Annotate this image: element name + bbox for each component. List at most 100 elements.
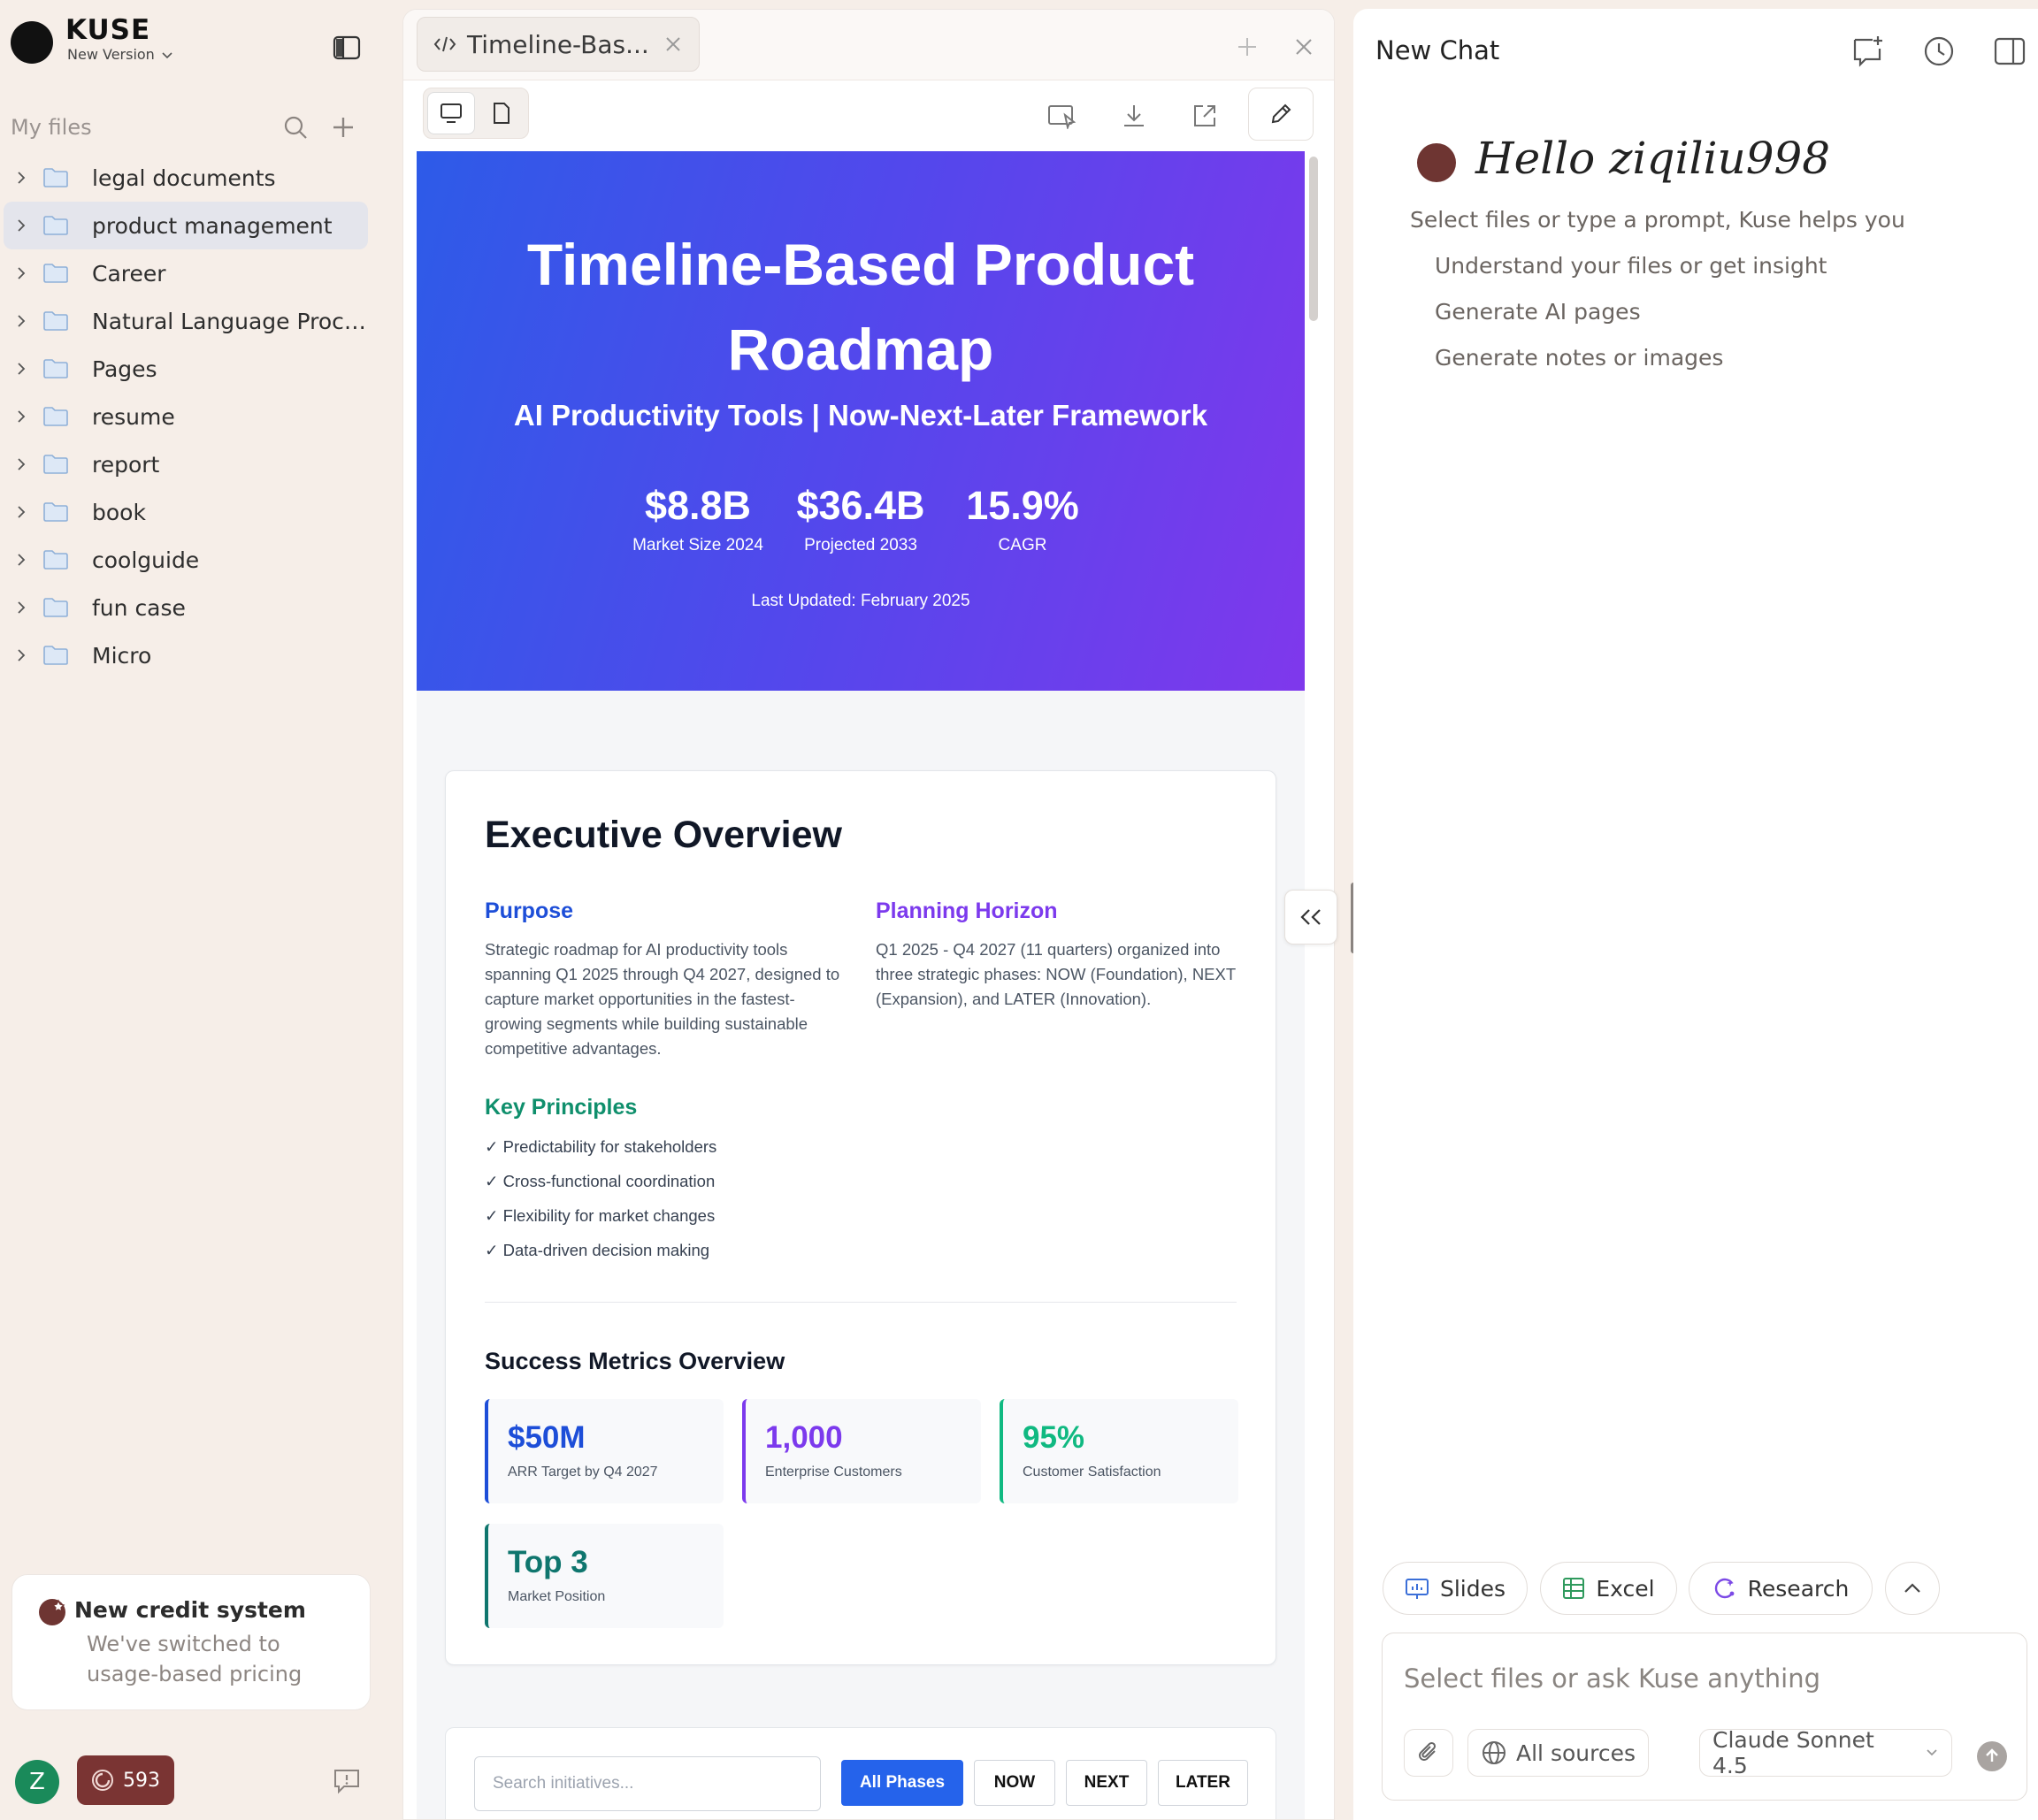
page-subtitle: AI Productivity Tools | Now-Next-Later F…	[513, 399, 1208, 432]
new-chat-icon[interactable]	[1849, 32, 1888, 71]
chevron-down-icon	[1925, 1747, 1939, 1758]
screenshot-edit-icon[interactable]	[1045, 98, 1080, 134]
sources-label: All sources	[1516, 1740, 1636, 1766]
search-icon[interactable]	[280, 111, 311, 143]
open-external-icon[interactable]	[1187, 98, 1222, 134]
document-view-icon[interactable]	[479, 92, 525, 134]
sidebar-item-label: legal documents	[92, 164, 276, 191]
code-icon	[433, 34, 456, 54]
metric-value: 1,000	[765, 1420, 843, 1455]
download-icon[interactable]	[1116, 98, 1152, 134]
stat-cagr: 15.9% CAGR	[934, 483, 1111, 555]
stat-value: 15.9%	[966, 483, 1079, 528]
chevron-right-icon[interactable]	[4, 265, 39, 281]
metric-label: Market Position	[508, 1589, 606, 1604]
search-initiatives-input[interactable]: Search initiatives...	[474, 1756, 821, 1811]
suggestion-understand-files[interactable]: Understand your files or get insight	[1435, 253, 1827, 279]
stat-value: $8.8B	[644, 483, 752, 528]
suggestion-generate-notes[interactable]: Generate notes or images	[1435, 345, 1723, 371]
close-tab-icon[interactable]	[663, 34, 683, 54]
phase-filter-all[interactable]: All Phases	[841, 1760, 963, 1806]
edit-pencil-icon[interactable]	[1248, 88, 1314, 141]
metric-card-satisfaction: 95% Customer Satisfaction	[1000, 1399, 1238, 1503]
chevron-right-icon[interactable]	[4, 409, 39, 424]
model-selector[interactable]: Claude Sonnet 4.5	[1699, 1727, 1952, 1778]
chat-input-box[interactable]: Select files or ask Kuse anything All so…	[1382, 1633, 2027, 1801]
purpose-heading: Purpose	[485, 899, 574, 923]
kuse-logo	[11, 21, 53, 64]
sidebar-item-label: coolguide	[92, 547, 200, 573]
research-button[interactable]: Research	[1689, 1562, 1873, 1615]
collapse-panel-button[interactable]	[1284, 890, 1337, 944]
sidebar-item-micro[interactable]: Micro	[4, 631, 368, 679]
slides-button[interactable]: Slides	[1383, 1562, 1528, 1615]
chevron-right-icon[interactable]	[4, 361, 39, 377]
sidebar-item-fun-case[interactable]: fun case	[4, 584, 368, 631]
add-file-icon[interactable]	[327, 111, 359, 143]
brand-name: KUSE	[65, 14, 151, 46]
attach-button[interactable]	[1404, 1729, 1453, 1777]
stat-label: Market Size 2024	[632, 536, 763, 554]
tab-bar: Timeline-Bas...	[403, 10, 1334, 80]
research-label: Research	[1747, 1575, 1850, 1602]
chevron-right-icon[interactable]	[4, 552, 39, 568]
stat-market-size: $8.8B Market Size 2024	[609, 483, 786, 555]
folder-icon	[42, 501, 81, 523]
page-viewer-panel: Timeline-Bas... Timeline-Based Product R…	[402, 9, 1335, 1820]
stat-label: Projected 2033	[804, 536, 917, 554]
chevron-right-icon[interactable]	[4, 170, 39, 186]
sources-selector[interactable]: All sources	[1467, 1729, 1649, 1777]
avatar[interactable]: Z	[15, 1760, 59, 1804]
sidebar-item-legal-documents[interactable]: legal documents	[4, 154, 368, 202]
folder-icon	[42, 549, 81, 570]
slides-icon	[1405, 1577, 1429, 1600]
sidebar-item-career[interactable]: Career	[4, 249, 368, 297]
phase-filter-later[interactable]: LATER	[1158, 1760, 1248, 1806]
chevron-right-icon[interactable]	[4, 218, 39, 233]
version-switcher[interactable]: New Version	[67, 46, 174, 63]
chevron-right-icon[interactable]	[4, 504, 39, 520]
arrow-up-icon	[1983, 1747, 2001, 1765]
expand-actions-button[interactable]	[1885, 1562, 1940, 1615]
toggle-right-panel-icon[interactable]	[1990, 32, 2029, 71]
intro-text: Select files or type a prompt, Kuse help…	[1410, 207, 1905, 233]
research-icon	[1712, 1576, 1737, 1601]
metric-label: Enterprise Customers	[765, 1464, 902, 1480]
chat-input[interactable]: Select files or ask Kuse anything	[1404, 1663, 1820, 1694]
sidebar-item-product-management[interactable]: product management	[4, 202, 368, 249]
chevron-right-icon[interactable]	[4, 600, 39, 616]
close-panel-icon[interactable]	[1288, 31, 1320, 63]
version-label: New Version	[67, 46, 155, 63]
sidebar-item-report[interactable]: report	[4, 440, 368, 488]
chevron-right-icon[interactable]	[4, 313, 39, 329]
sidebar-item-pages[interactable]: Pages	[4, 345, 368, 393]
phase-filter-now[interactable]: NOW	[974, 1760, 1055, 1806]
credits-badge[interactable]: 593	[77, 1755, 174, 1805]
sidebar-item-resume[interactable]: resume	[4, 393, 368, 440]
desktop-view-icon[interactable]	[427, 92, 475, 134]
credits-count: 593	[123, 1769, 160, 1792]
chevron-right-icon[interactable]	[4, 647, 39, 663]
sidebar-item-book[interactable]: book	[4, 488, 368, 536]
toggle-sidebar-icon[interactable]	[331, 32, 363, 64]
suggestion-generate-pages[interactable]: Generate AI pages	[1435, 299, 1641, 325]
kuse-avatar	[1417, 143, 1456, 182]
scrollbar[interactable]	[1309, 157, 1318, 321]
send-button[interactable]	[1977, 1741, 2007, 1771]
greeting: Hello ziqiliu998	[1475, 133, 1831, 184]
purpose-text: Strategic roadmap for AI productivity to…	[485, 940, 840, 1058]
chevron-right-icon[interactable]	[4, 456, 39, 472]
metric-card-arr: $50M ARR Target by Q4 2027	[485, 1399, 724, 1503]
sidebar-item-coolguide[interactable]: coolguide	[4, 536, 368, 584]
minimize-icon[interactable]	[1231, 31, 1263, 63]
history-clock-icon[interactable]	[1919, 32, 1958, 71]
tab-timeline-roadmap[interactable]: Timeline-Bas...	[417, 17, 700, 72]
phase-filter-next[interactable]: NEXT	[1066, 1760, 1147, 1806]
excel-button[interactable]: Excel	[1540, 1562, 1677, 1615]
executive-overview-card: Executive Overview Purpose Strategic roa…	[445, 770, 1276, 1665]
feedback-icon[interactable]	[329, 1763, 364, 1799]
metrics-heading: Success Metrics Overview	[485, 1348, 785, 1374]
sidebar-item-nlp[interactable]: Natural Language Proce...	[4, 297, 368, 345]
folder-icon	[42, 597, 81, 618]
chevron-up-icon	[1903, 1582, 1922, 1594]
